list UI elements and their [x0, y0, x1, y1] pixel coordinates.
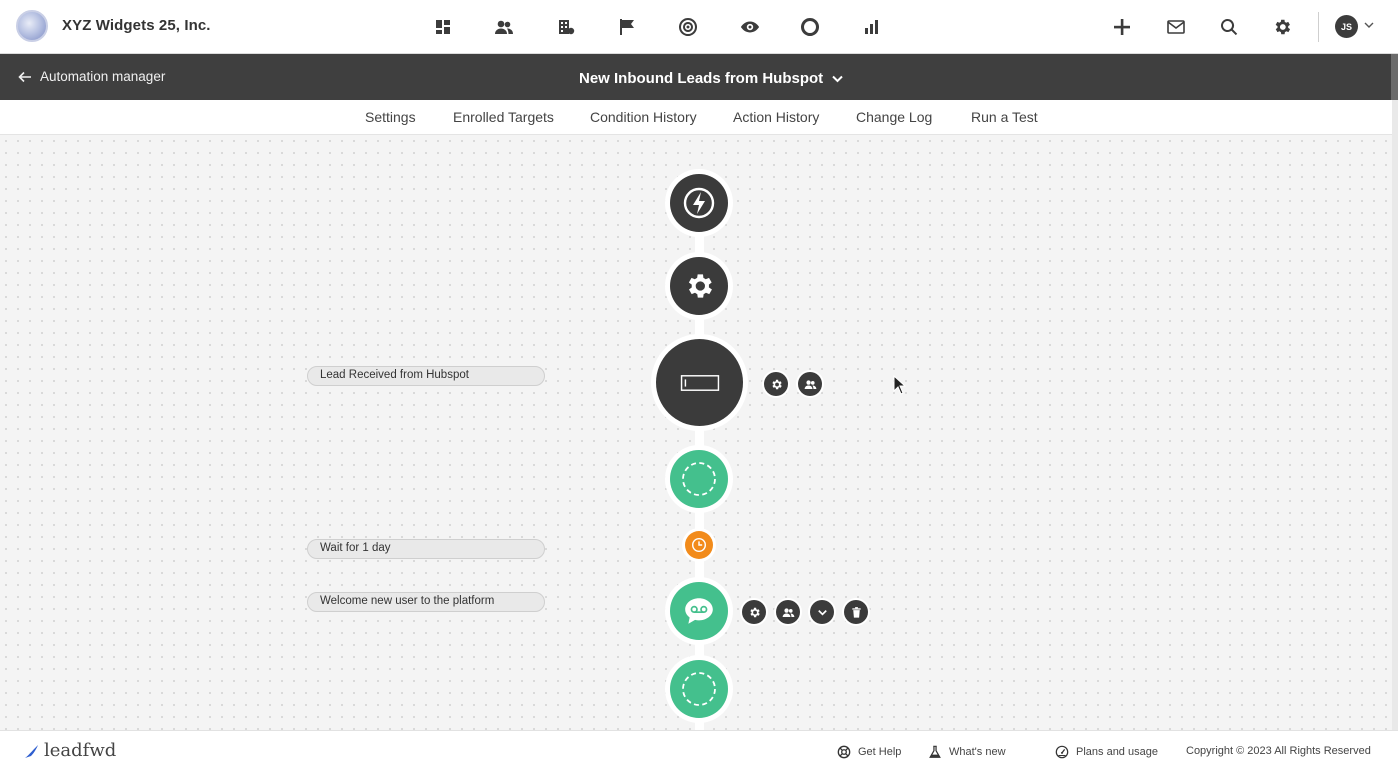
wait-label[interactable]: Wait for 1 day	[307, 539, 545, 559]
campaigns-flag-icon[interactable]	[614, 14, 640, 40]
get-help-link[interactable]: Get Help	[837, 745, 901, 759]
action-settings-button[interactable]	[742, 600, 766, 624]
contacts-icon[interactable]	[491, 14, 517, 40]
settings-gear-icon[interactable]	[1269, 14, 1295, 40]
rectangle-icon	[680, 374, 719, 391]
plans-and-usage-label: Plans and usage	[1076, 746, 1158, 758]
leadfwd-swoosh-icon	[25, 744, 38, 758]
back-to-automation-manager[interactable]: Automation manager	[18, 69, 165, 84]
reports-bar-chart-icon[interactable]	[858, 14, 884, 40]
action-label[interactable]: Welcome new user to the platform	[307, 592, 545, 612]
action-expand-button[interactable]	[810, 600, 834, 624]
company-name[interactable]: XYZ Widgets 25, Inc.	[62, 17, 211, 34]
tab-change-log[interactable]: Change Log	[856, 109, 932, 125]
automation-header: Automation manager New Inbound Leads fro…	[0, 54, 1398, 100]
clock-icon	[691, 537, 707, 553]
targets-icon[interactable]	[675, 14, 701, 40]
voicemail-icon	[685, 598, 713, 624]
action-targets-button[interactable]	[776, 600, 800, 624]
gauge-icon	[1055, 745, 1069, 759]
visitors-eye-icon[interactable]	[737, 14, 763, 40]
tab-settings[interactable]: Settings	[365, 109, 416, 125]
condition-settings-button[interactable]	[764, 372, 788, 396]
chevron-down-icon	[817, 609, 827, 616]
whats-new-link[interactable]: What's new	[928, 745, 1006, 759]
gear-icon	[771, 379, 782, 389]
add-step-node[interactable]	[670, 450, 728, 508]
condition-targets-button[interactable]	[798, 372, 822, 396]
condition-label[interactable]: Lead Received from Hubspot	[307, 366, 545, 386]
automation-title: New Inbound Leads from Hubspot	[579, 70, 824, 87]
lightning-icon	[683, 187, 715, 219]
canvas-scrollbar-track[interactable]	[1392, 100, 1398, 730]
company-logo-globe-icon[interactable]	[16, 10, 48, 42]
tab-action-history[interactable]: Action History	[733, 109, 819, 125]
scrollbar-thumb[interactable]	[1391, 54, 1398, 100]
help-lifebuoy-icon	[837, 745, 851, 759]
copyright-text: Copyright © 2023 All Rights Reserved	[1186, 745, 1371, 757]
companies-icon[interactable]	[553, 14, 579, 40]
arrow-left-icon	[18, 71, 31, 82]
tab-bar: Settings Enrolled Targets Condition Hist…	[0, 100, 1398, 135]
user-avatar[interactable]: JS	[1335, 15, 1358, 38]
automation-canvas[interactable]: Lead Received from Hubspot Wait for 1 da…	[0, 135, 1392, 730]
gear-icon	[749, 607, 760, 617]
dashed-circle-icon	[682, 672, 716, 706]
flask-icon	[929, 745, 941, 758]
condition-node[interactable]	[656, 339, 743, 426]
back-label: Automation manager	[40, 69, 166, 84]
action-delete-button[interactable]	[844, 600, 868, 624]
chevron-down-icon	[832, 75, 843, 83]
mouse-cursor-icon	[893, 375, 907, 395]
trigger-node[interactable]	[670, 174, 728, 232]
contacts-icon	[804, 379, 816, 389]
trash-icon	[851, 606, 861, 618]
plans-and-usage-link[interactable]: Plans and usage	[1055, 745, 1158, 759]
add-step-node[interactable]	[670, 660, 728, 718]
tab-run-a-test[interactable]: Run a Test	[971, 109, 1038, 125]
get-help-label: Get Help	[858, 746, 902, 758]
leadfwd-logo[interactable]: leadfwd	[24, 740, 116, 761]
add-icon[interactable]	[1109, 14, 1135, 40]
automation-title-dropdown[interactable]: New Inbound Leads from Hubspot	[579, 70, 844, 87]
dashed-circle-icon	[682, 462, 716, 496]
dashboard-icon[interactable]	[430, 14, 456, 40]
gear-icon	[688, 274, 712, 298]
brand-name: leadfwd	[44, 740, 117, 761]
whats-new-label: What's new	[949, 746, 1006, 758]
top-navigation-bar: XYZ Widgets 25, Inc. JS	[0, 0, 1398, 54]
mail-icon[interactable]	[1163, 14, 1189, 40]
tab-condition-history[interactable]: Condition History	[590, 109, 697, 125]
circle-icon[interactable]	[797, 14, 823, 40]
contacts-icon	[782, 607, 794, 617]
wait-node[interactable]	[685, 531, 713, 559]
settings-node[interactable]	[670, 257, 728, 315]
chevron-down-icon[interactable]	[1362, 18, 1376, 32]
search-icon[interactable]	[1216, 14, 1242, 40]
header-divider	[1318, 12, 1319, 42]
footer: leadfwd Get Help What's new Plans and us…	[0, 730, 1398, 773]
tab-enrolled-targets[interactable]: Enrolled Targets	[453, 109, 554, 125]
action-node[interactable]	[670, 582, 728, 640]
